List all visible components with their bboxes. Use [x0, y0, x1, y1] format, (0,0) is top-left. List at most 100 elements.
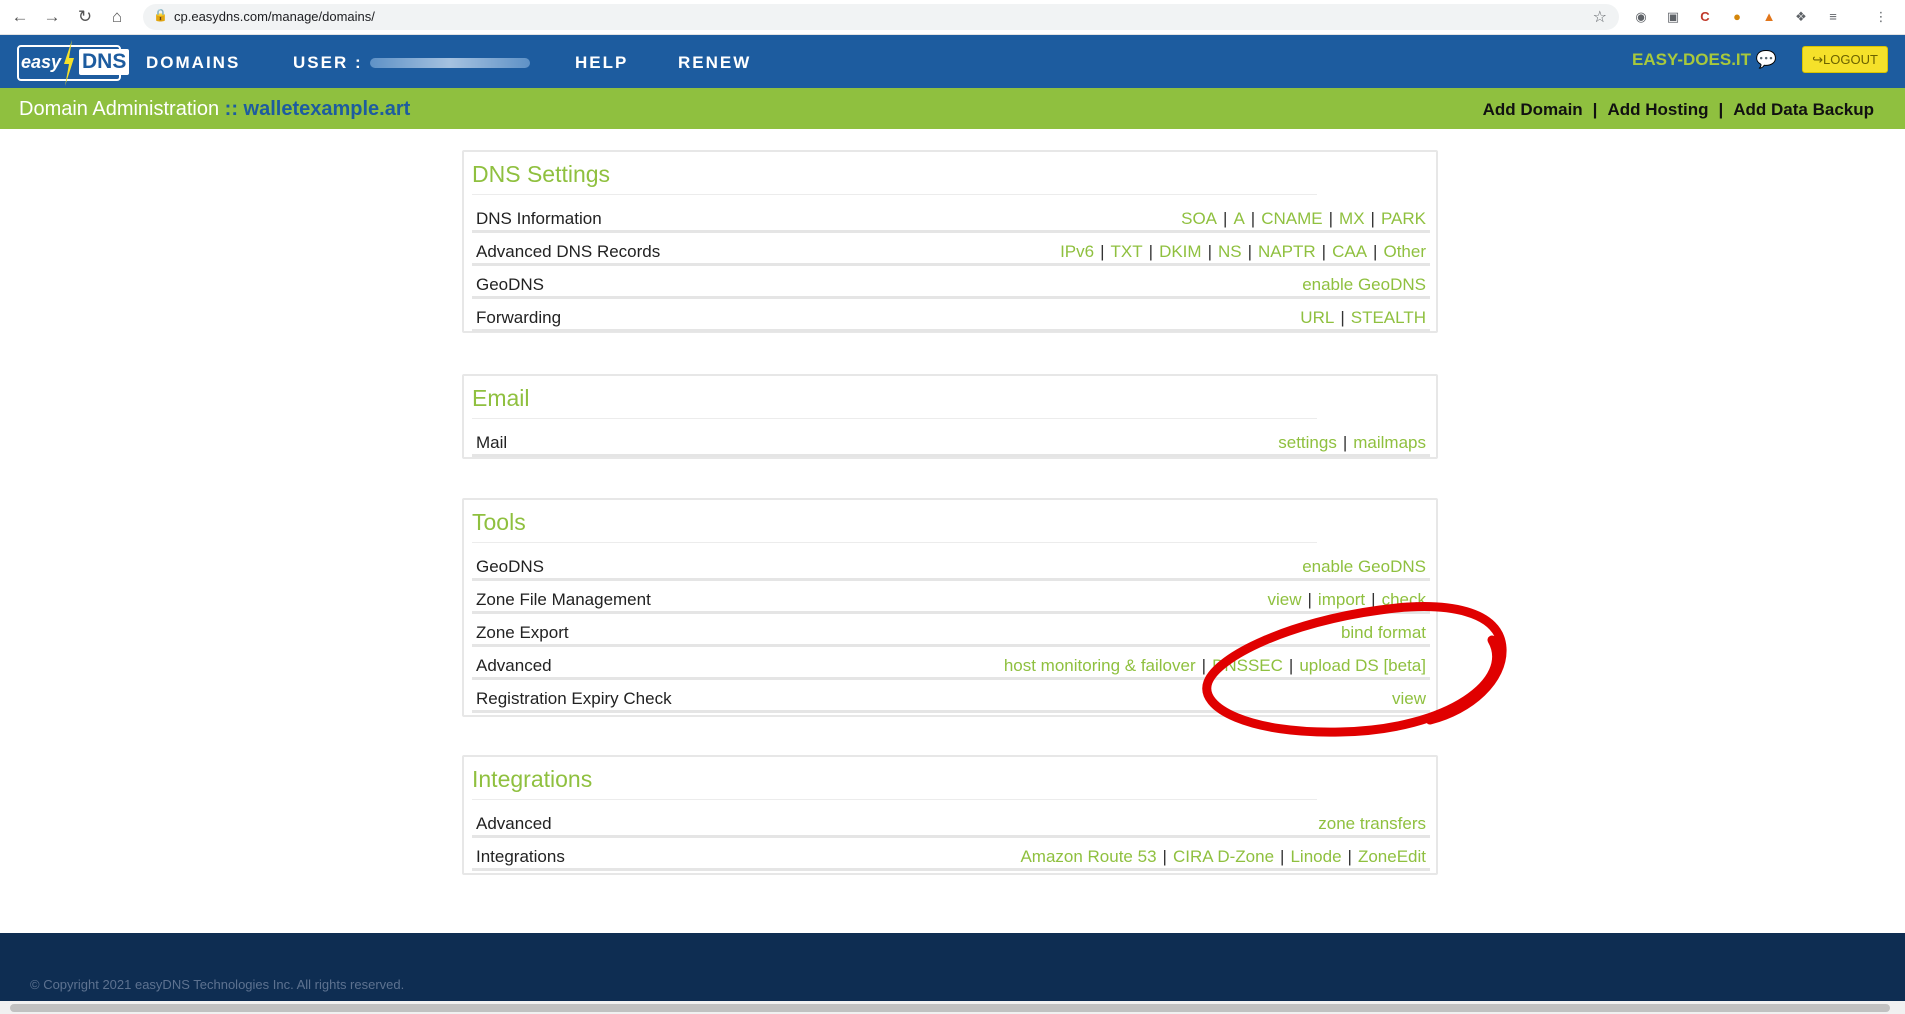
reload-icon[interactable]: ↻: [74, 6, 96, 28]
site-header: easy DNS DOMAINS USER : HELP RENEW EASY-…: [0, 35, 1905, 88]
link-cname[interactable]: CNAME: [1261, 209, 1322, 228]
row-label: Advanced: [476, 814, 552, 833]
logout-label: LOGOUT: [1823, 52, 1878, 67]
row-label: Zone Export: [476, 623, 569, 642]
extension-c-icon[interactable]: C: [1696, 8, 1714, 26]
logo-easy-text: easy: [21, 52, 62, 72]
divider: |: [1342, 433, 1348, 452]
row-links: zone transfers: [1318, 814, 1426, 834]
row-links: SOA | A | CNAME | MX | PARK: [1181, 209, 1426, 229]
bookmark-star-icon[interactable]: ☆: [1593, 7, 1607, 27]
link-mx[interactable]: MX: [1339, 209, 1365, 228]
link-mailmaps[interactable]: mailmaps: [1353, 433, 1426, 452]
row-label: Zone File Management: [476, 590, 651, 609]
page-title: Domain Administration :: walletexample.a…: [19, 98, 410, 121]
lightning-bolt-icon: [64, 40, 74, 86]
kebab-menu-icon[interactable]: ⋮: [1872, 8, 1890, 26]
panel-dns-settings: DNS Settings DNS Information SOA | A | CNAME | M…: [462, 150, 1438, 333]
cookie-icon[interactable]: ●: [1728, 8, 1746, 26]
divider: |: [1347, 847, 1352, 866]
link-naptr[interactable]: NAPTR: [1258, 242, 1316, 261]
add-data-backup-link[interactable]: Add Data Backup: [1733, 100, 1874, 119]
divider: |: [1340, 308, 1345, 327]
link-linode[interactable]: Linode: [1290, 847, 1341, 866]
link-cira-d-zone[interactable]: CIRA D-Zone: [1173, 847, 1274, 866]
panel-title-rule: [472, 799, 1317, 800]
link-caa[interactable]: CAA: [1332, 242, 1367, 261]
easy-does-it-link[interactable]: EASY-DOES.IT 💬: [1632, 50, 1777, 70]
link-stealth[interactable]: STEALTH: [1351, 308, 1426, 327]
link-enable-geodns[interactable]: enable GeoDNS: [1302, 275, 1426, 294]
menu-help[interactable]: HELP: [575, 53, 628, 73]
forward-icon[interactable]: →: [41, 6, 63, 28]
easydns-logo[interactable]: easy DNS: [17, 40, 130, 86]
link-park[interactable]: PARK: [1381, 209, 1426, 228]
link-ipv6[interactable]: IPv6: [1060, 242, 1094, 261]
settings-row-forwarding: Forwarding URL | STEALTH: [472, 301, 1430, 332]
home-icon[interactable]: ⌂: [106, 6, 128, 28]
scrollbar-thumb[interactable]: [10, 1004, 1890, 1012]
settings-row-integrations: Integrations Amazon Route 53 | CIRA D-Zone |…: [472, 840, 1430, 871]
divider: |: [1223, 209, 1228, 228]
site-footer: © Copyright 2021 easyDNS Technologies In…: [0, 933, 1905, 1001]
panel-email: Email Mail settings | mailmaps: [462, 374, 1438, 459]
menu-domains[interactable]: DOMAINS: [146, 53, 240, 73]
link-soa[interactable]: SOA: [1181, 209, 1217, 228]
chat-bubble-icon: 💬: [1755, 50, 1777, 69]
link-amazon-route-53[interactable]: Amazon Route 53: [1020, 847, 1156, 866]
row-label: DNS Information: [476, 209, 602, 228]
copyright-text: © Copyright 2021 easyDNS Technologies In…: [30, 977, 405, 992]
row-label: Registration Expiry Check: [476, 689, 672, 708]
add-domain-link[interactable]: Add Domain: [1483, 100, 1583, 119]
link-other[interactable]: Other: [1383, 242, 1426, 261]
link-host-monitoring-failover[interactable]: host monitoring & failover: [1004, 656, 1196, 675]
settings-row-geodns: GeoDNS enable GeoDNS: [472, 550, 1430, 581]
row-links: Amazon Route 53 | CIRA D-Zone | Linode | ZoneE…: [1020, 847, 1426, 867]
panel-title-rule: [472, 418, 1317, 419]
annotation-ellipse: [1202, 602, 1507, 737]
divider: |: [1718, 100, 1724, 119]
divider: |: [1100, 242, 1105, 261]
row-links: enable GeoDNS: [1302, 557, 1426, 577]
logout-icon: ↪: [1812, 52, 1823, 67]
divider: |: [1247, 242, 1253, 261]
row-links: IPv6 | TXT | DKIM | NS | NAPTR | CAA | Other: [1060, 242, 1426, 262]
horizontal-scrollbar[interactable]: [0, 1001, 1905, 1014]
camera-icon[interactable]: ◉: [1632, 8, 1650, 26]
admin-actions: Add Domain | Add Hosting | Add Data Backup: [1483, 100, 1874, 120]
browser-toolbar: ← → ↻ ⌂ 🔒 cp.easydns.com/manage/domains/…: [0, 0, 1905, 35]
link-zoneedit[interactable]: ZoneEdit: [1358, 847, 1426, 866]
link-dkim[interactable]: DKIM: [1159, 242, 1202, 261]
easy-does-it-text: EASY-DOES.IT: [1632, 50, 1752, 69]
address-bar[interactable]: 🔒 cp.easydns.com/manage/domains/ ☆: [143, 4, 1619, 30]
panel-title: Email: [472, 385, 530, 411]
row-label: GeoDNS: [476, 275, 545, 294]
add-hosting-link[interactable]: Add Hosting: [1607, 100, 1708, 119]
panel-title-rule: [472, 542, 1317, 543]
menu-user[interactable]: USER :: [293, 53, 363, 73]
menu-renew[interactable]: RENEW: [678, 53, 751, 73]
link-a[interactable]: A: [1233, 209, 1244, 228]
domain-admin-bar: Domain Administration :: walletexample.a…: [0, 88, 1905, 129]
link-ns[interactable]: NS: [1218, 242, 1242, 261]
metamask-fox-icon[interactable]: ▲: [1760, 8, 1778, 26]
back-icon[interactable]: ←: [9, 6, 31, 28]
panel-title: Integrations: [472, 766, 593, 792]
row-links: enable GeoDNS: [1302, 275, 1426, 295]
link-settings[interactable]: settings: [1278, 433, 1337, 452]
link-txt[interactable]: TXT: [1111, 242, 1143, 261]
divider: |: [1207, 242, 1212, 261]
divider: |: [1373, 242, 1378, 261]
link-url[interactable]: URL: [1300, 308, 1334, 327]
reading-list-icon[interactable]: ≡: [1824, 8, 1842, 26]
row-label: Mail: [476, 433, 508, 452]
link-zone-transfers[interactable]: zone transfers: [1318, 814, 1426, 833]
link-enable-geodns[interactable]: enable GeoDNS: [1302, 557, 1426, 576]
logout-button[interactable]: ↪LOGOUT: [1802, 46, 1888, 73]
panel-title-rule: [472, 194, 1317, 195]
domain-separator: ::: [224, 98, 238, 120]
divider: |: [1592, 100, 1598, 119]
url-text[interactable]: cp.easydns.com/manage/domains/: [174, 9, 375, 24]
puzzle-icon[interactable]: ❖: [1792, 8, 1810, 26]
cast-icon[interactable]: ▣: [1664, 8, 1682, 26]
